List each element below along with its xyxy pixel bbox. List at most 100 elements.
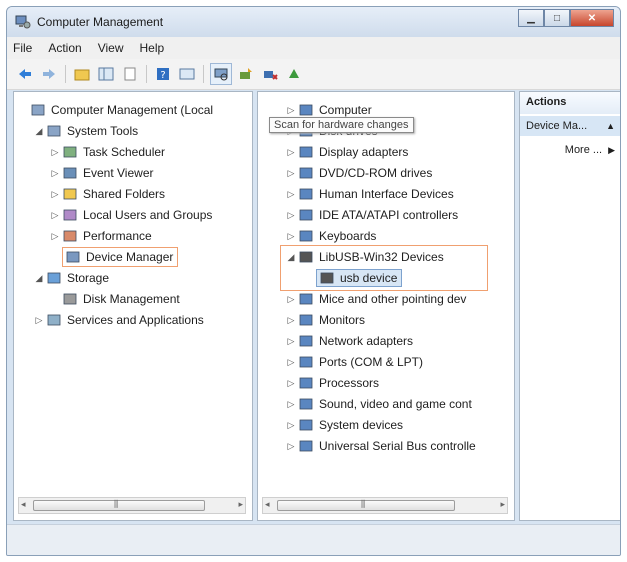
properties-sheet-button[interactable] xyxy=(120,64,140,84)
device-item-dvd-cd-rom-drives[interactable]: ▷ DVD/CD-ROM drives xyxy=(286,163,433,183)
tree-item-task-scheduler[interactable]: ▷ Task Scheduler xyxy=(50,142,166,162)
actions-device-manager-label: Device Ma... xyxy=(526,120,588,132)
libusb-win32-devices-icon xyxy=(299,251,313,263)
device-item-network-adapters[interactable]: ▷ Network adapters xyxy=(286,331,414,351)
expand-toggle-icon[interactable]: ▷ xyxy=(286,441,296,452)
expand-toggle-icon[interactable]: ▷ xyxy=(286,399,296,410)
status-bar xyxy=(7,524,620,555)
scrollbar-thumb[interactable] xyxy=(277,500,455,511)
maximize-button[interactable]: □ xyxy=(544,9,570,27)
expand-toggle-icon[interactable]: ▷ xyxy=(50,189,60,200)
device-item-display-adapters[interactable]: ▷ Display adapters xyxy=(286,142,409,162)
actions-more-item[interactable]: More ... ▶ xyxy=(520,140,615,160)
universal-serial-bus-controlle-icon xyxy=(299,440,313,452)
performance-icon xyxy=(63,230,77,242)
expand-toggle-icon[interactable]: ▷ xyxy=(286,378,296,389)
device-item-sound-video-and-game-cont[interactable]: ▷ Sound, video and game cont xyxy=(286,394,472,414)
expand-toggle-icon[interactable]: ▷ xyxy=(50,231,60,242)
tree-item-performance[interactable]: ▷ Performance xyxy=(50,226,152,246)
tree-item-services-and-applications[interactable]: ▷ Services and Applications xyxy=(34,310,204,330)
disable-device-button[interactable] xyxy=(260,64,280,84)
expand-toggle-icon[interactable]: ▷ xyxy=(50,147,60,158)
device-item-universal-serial-bus-controlle[interactable]: ▷ Universal Serial Bus controlle xyxy=(286,436,476,456)
scroll-right-arrow-icon[interactable]: ▸ xyxy=(500,499,505,510)
expand-toggle-icon[interactable]: ▷ xyxy=(50,210,60,221)
expand-toggle-icon[interactable]: ◢ xyxy=(34,273,44,284)
scroll-left-arrow-icon[interactable]: ◂ xyxy=(265,499,270,510)
scan-hardware-button[interactable] xyxy=(210,63,232,85)
sound-video-and-game-cont-icon xyxy=(299,398,313,410)
left-horizontal-scrollbar[interactable]: ◂ ⫼ ▸ xyxy=(18,497,246,514)
expand-toggle-icon[interactable]: ▷ xyxy=(50,168,60,179)
menu-action[interactable]: Action xyxy=(48,41,81,55)
close-button[interactable]: ✕ xyxy=(570,9,614,27)
collapse-up-icon[interactable]: ▲ xyxy=(606,121,615,131)
device-item-content: Mice and other pointing dev xyxy=(298,291,466,307)
up-folder-button[interactable] xyxy=(72,64,92,84)
tree-item-system-tools[interactable]: ◢ System Tools xyxy=(34,121,139,141)
device-item-label: Human Interface Devices xyxy=(319,187,454,201)
tree-item-label: Computer Management (Local xyxy=(51,103,214,117)
actions-header: Actions xyxy=(520,92,620,114)
actions-device-manager-item[interactable]: Device Ma... ▲ xyxy=(520,116,620,136)
expand-toggle-icon[interactable]: ◢ xyxy=(286,252,296,263)
expand-toggle-icon[interactable]: ▷ xyxy=(286,189,296,200)
device-item-usb-device[interactable]: usb device xyxy=(304,268,403,288)
view-button[interactable] xyxy=(177,64,197,84)
device-item-human-interface-devices[interactable]: ▷ Human Interface Devices xyxy=(286,184,454,204)
expand-toggle-icon[interactable]: ◢ xyxy=(34,126,44,137)
device-item-label: Processors xyxy=(319,376,380,390)
device-item-content: Universal Serial Bus controlle xyxy=(298,438,476,454)
tree-item-local-users-and-groups[interactable]: ▷ Local Users and Groups xyxy=(50,205,213,225)
update-driver-button[interactable] xyxy=(236,64,256,84)
device-item-processors[interactable]: ▷ Processors xyxy=(286,373,380,393)
tree-item-computer-management-local[interactable]: Computer Management (Local xyxy=(18,100,213,120)
expand-toggle-icon[interactable]: ▷ xyxy=(286,210,296,221)
expand-toggle-icon[interactable]: ▷ xyxy=(286,147,296,158)
expand-toggle-icon[interactable]: ▷ xyxy=(286,294,296,305)
uninstall-device-button[interactable] xyxy=(284,64,304,84)
expand-toggle-icon[interactable]: ▷ xyxy=(286,168,296,179)
tree-item-disk-management[interactable]: Disk Management xyxy=(50,289,180,309)
device-item-keyboards[interactable]: ▷ Keyboards xyxy=(286,226,377,246)
expand-toggle-icon[interactable]: ▷ xyxy=(286,231,296,242)
task-scheduler-icon xyxy=(63,146,77,158)
device-horizontal-scrollbar[interactable]: ◂ ⫼ ▸ xyxy=(262,497,508,514)
device-item-mice-and-other-pointing-dev[interactable]: ▷ Mice and other pointing dev xyxy=(286,289,467,309)
device-item-ports-com-lpt[interactable]: ▷ Ports (COM & LPT) xyxy=(286,352,423,372)
scroll-left-arrow-icon[interactable]: ◂ xyxy=(21,499,26,510)
tree-item-event-viewer[interactable]: ▷ Event Viewer xyxy=(50,163,154,183)
help-button[interactable]: ? xyxy=(153,64,173,84)
device-item-content: LibUSB-Win32 Devices xyxy=(298,249,444,265)
menu-file[interactable]: File xyxy=(13,41,32,55)
tree-item-content: Computer Management (Local xyxy=(30,102,213,118)
back-button[interactable] xyxy=(15,64,35,84)
device-item-system-devices[interactable]: ▷ System devices xyxy=(286,415,404,435)
expand-toggle-icon[interactable]: ▷ xyxy=(286,336,296,347)
forward-button[interactable] xyxy=(39,64,59,84)
expand-toggle-icon[interactable]: ▷ xyxy=(286,357,296,368)
expand-toggle-icon[interactable]: ▷ xyxy=(286,420,296,431)
minimize-button[interactable]: ▁ xyxy=(518,9,544,27)
menu-view[interactable]: View xyxy=(98,41,124,55)
device-item-libusb-win32-devices[interactable]: ◢ LibUSB-Win32 Devices xyxy=(286,247,444,267)
tree-item-device-manager[interactable]: Device Manager xyxy=(50,247,179,267)
tree-item-shared-folders[interactable]: ▷ Shared Folders xyxy=(50,184,166,204)
expand-toggle-icon[interactable]: ▷ xyxy=(34,315,44,326)
toolbar-separator xyxy=(65,65,66,83)
expand-toggle-icon[interactable]: ▷ xyxy=(286,105,296,116)
tree-item-storage[interactable]: ◢ Storage xyxy=(34,268,110,288)
scan-hardware-tooltip: Scan for hardware changes xyxy=(269,117,414,133)
device-item-content: Network adapters xyxy=(298,333,413,349)
scroll-right-arrow-icon[interactable]: ▸ xyxy=(238,499,243,510)
show-hide-tree-button[interactable] xyxy=(96,64,116,84)
tree-item-label: Task Scheduler xyxy=(83,145,166,159)
window-title: Computer Management xyxy=(37,15,164,29)
expand-toggle-icon[interactable]: ▷ xyxy=(286,315,296,326)
device-item-monitors[interactable]: ▷ Monitors xyxy=(286,310,365,330)
menu-help[interactable]: Help xyxy=(140,41,165,55)
device-item-label: Display adapters xyxy=(319,145,409,159)
scrollbar-thumb[interactable] xyxy=(33,500,205,511)
tree-item-label: Disk Management xyxy=(83,292,180,306)
device-item-ide-ata-atapi-controllers[interactable]: ▷ IDE ATA/ATAPI controllers xyxy=(286,205,459,225)
